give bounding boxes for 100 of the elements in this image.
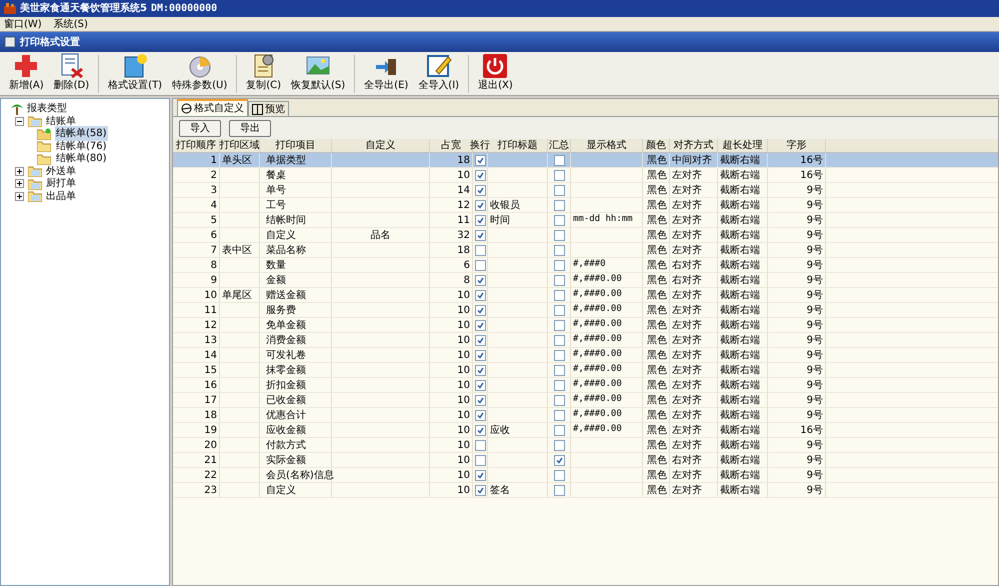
column-header[interactable]: 对齐方式 [670, 139, 718, 152]
checkbox[interactable] [554, 440, 564, 450]
column-header[interactable]: 打印项目 [260, 139, 332, 152]
checkbox[interactable] [474, 290, 486, 300]
checkbox[interactable] [554, 410, 564, 420]
checkbox[interactable] [554, 230, 564, 240]
checkbox[interactable] [474, 424, 486, 436]
checkbox[interactable] [554, 214, 564, 226]
toolbar-button[interactable]: 退出(X) [473, 53, 518, 95]
table-cell: 截断右端 [718, 468, 768, 482]
checkbox[interactable] [554, 184, 564, 196]
checkbox[interactable] [474, 484, 486, 496]
tree-item[interactable]: 厨打单 [46, 176, 76, 192]
table-cell: #,###0.00 [571, 378, 643, 392]
tab[interactable]: 格式自定义 [177, 99, 248, 116]
toolbar-button[interactable]: 导出 [229, 120, 271, 136]
checkbox[interactable] [474, 470, 486, 480]
tree-item[interactable]: 结帐单(76) [55, 138, 108, 154]
checkbox[interactable] [554, 350, 564, 360]
table-cell: 右对齐 [670, 453, 718, 467]
table-cell: 截断右端 [718, 228, 768, 242]
toolbar-button[interactable]: 全导入(I) [413, 53, 464, 95]
checkbox[interactable] [554, 394, 564, 406]
checkbox[interactable] [554, 364, 564, 376]
toolbar-button[interactable]: 格式设置(T) [103, 53, 168, 95]
table-cell: 左对齐 [670, 318, 718, 332]
checkbox[interactable] [474, 244, 486, 256]
checkbox[interactable] [554, 290, 564, 300]
checkbox[interactable] [474, 380, 486, 390]
checkbox[interactable] [474, 394, 486, 406]
expander-icon[interactable] [15, 116, 24, 126]
checkbox[interactable] [474, 260, 486, 270]
checkbox[interactable] [554, 470, 564, 480]
table-cell: 截断右端 [718, 198, 768, 212]
menu-item[interactable]: 窗口(W) [4, 16, 42, 32]
checkbox[interactable] [554, 154, 564, 166]
checkbox[interactable] [554, 484, 564, 496]
checkbox[interactable] [474, 320, 486, 330]
tree-item[interactable]: 外送单 [46, 164, 76, 179]
checkbox[interactable] [474, 274, 486, 286]
column-header[interactable]: 颜色 [643, 139, 670, 152]
checkbox[interactable] [554, 260, 564, 270]
checkbox[interactable] [474, 410, 486, 420]
column-header[interactable]: 打印顺序 [173, 139, 220, 152]
checkbox[interactable] [554, 380, 564, 390]
toolbar-button[interactable]: 复制(C) [241, 53, 286, 95]
checkbox[interactable] [474, 454, 486, 466]
checkbox[interactable] [474, 304, 486, 316]
checkbox[interactable] [474, 440, 486, 450]
checkbox[interactable] [474, 334, 486, 346]
checkbox[interactable] [474, 154, 486, 166]
checkbox[interactable] [554, 454, 564, 466]
checkbox[interactable] [474, 214, 486, 226]
column-header[interactable]: 自定义 [332, 139, 430, 152]
checkbox[interactable] [554, 274, 564, 286]
folder-icon [28, 165, 42, 178]
checkbox[interactable] [554, 244, 564, 256]
column-header[interactable]: 汇总 [548, 139, 571, 152]
column-header[interactable]: 超长处理 [718, 139, 768, 152]
table-cell: 黑色 [643, 228, 670, 242]
table-cell: 截断右端 [718, 393, 768, 407]
checkbox[interactable] [554, 304, 564, 316]
toolbar-button[interactable]: 全导出(E) [359, 53, 414, 95]
table-cell: 16号 [768, 168, 826, 182]
tree-item[interactable]: 出品单 [46, 188, 76, 204]
checkbox[interactable] [554, 170, 564, 180]
table-cell: 10 [430, 303, 473, 317]
expander-icon[interactable] [15, 179, 24, 188]
open-folder-icon [37, 128, 51, 140]
table-cell: 10 [430, 468, 473, 482]
column-header[interactable]: 打印标题 [488, 139, 548, 152]
toolbar-button[interactable]: 删除(D) [48, 53, 94, 95]
toolbar-button[interactable]: 导入 [179, 120, 221, 136]
toolbar-button[interactable]: 新增(A) [4, 53, 49, 95]
window-code: DM:00000000 [150, 2, 218, 16]
tree-item[interactable]: 报表类型 [27, 101, 67, 116]
checkbox[interactable] [474, 200, 486, 210]
tree-item[interactable]: 结账单 [46, 114, 76, 129]
expander-icon[interactable] [15, 166, 24, 176]
tree-item[interactable]: 结帐单(80) [55, 151, 108, 166]
tree-item[interactable]: 结帐单(58) [55, 126, 108, 142]
checkbox[interactable] [474, 230, 486, 240]
tab[interactable]: 预览 [248, 101, 289, 116]
palm-tree-icon [11, 102, 23, 114]
toolbar-button[interactable]: 恢复默认(S) [286, 53, 350, 95]
checkbox[interactable] [554, 424, 564, 436]
checkbox[interactable] [554, 320, 564, 330]
checkbox[interactable] [474, 184, 486, 196]
menu-item[interactable]: 系统(S) [54, 16, 88, 32]
checkbox[interactable] [474, 350, 486, 360]
column-header[interactable]: 打印区域 [220, 139, 260, 152]
column-header[interactable]: 字形 [768, 139, 826, 152]
checkbox[interactable] [554, 334, 564, 346]
toolbar-button[interactable]: 特殊参数(U) [167, 53, 232, 95]
checkbox[interactable] [554, 200, 564, 210]
table-cell: 截断右端 [718, 378, 768, 392]
checkbox[interactable] [474, 364, 486, 376]
checkbox[interactable] [474, 170, 486, 180]
expander-icon[interactable] [15, 192, 24, 201]
column-header[interactable]: 显示格式 [571, 139, 643, 152]
